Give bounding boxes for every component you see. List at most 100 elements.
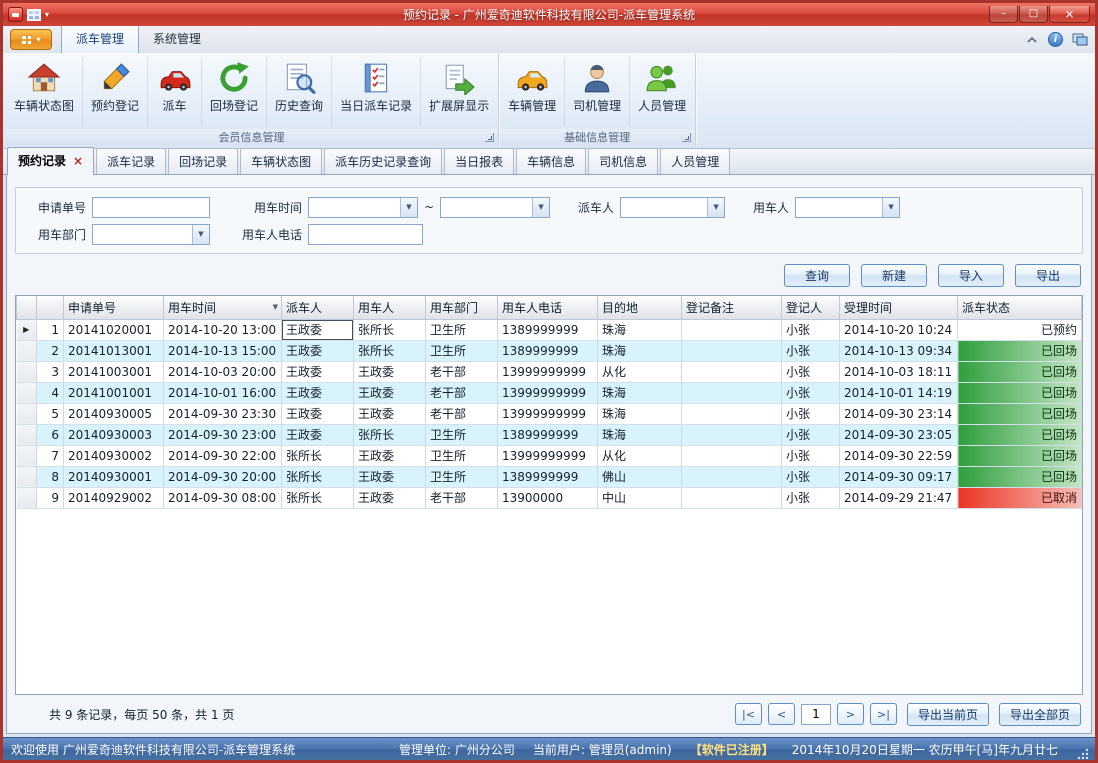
- cell-accept-time[interactable]: 2014-10-01 14:19: [840, 382, 958, 403]
- cell-registrar[interactable]: 小张: [782, 466, 840, 487]
- cell-registrar[interactable]: 小张: [782, 403, 840, 424]
- grid-header-accept-time[interactable]: 受理时间: [840, 296, 958, 319]
- cell-registrar[interactable]: 小张: [782, 445, 840, 466]
- ribbon-button-driver-management[interactable]: 司机管理: [564, 56, 629, 128]
- ribbon-button-vehicle-management[interactable]: 车辆管理: [500, 56, 564, 128]
- cell-department[interactable]: 卫生所: [426, 340, 498, 361]
- tab-daily-report[interactable]: 当日报表: [444, 148, 514, 174]
- cell-user-phone[interactable]: 1389999999: [498, 424, 598, 445]
- cell-user[interactable]: 张所长: [354, 424, 426, 445]
- cell-dispatcher[interactable]: 王政委: [282, 319, 354, 340]
- cell-user-phone[interactable]: 13999999999: [498, 361, 598, 382]
- grid-header-apply-no[interactable]: 申请单号: [64, 296, 164, 319]
- cell-user-phone[interactable]: 13999999999: [498, 445, 598, 466]
- cell-user-phone[interactable]: 13999999999: [498, 403, 598, 424]
- next-page-button[interactable]: >: [837, 703, 864, 725]
- cell-remark[interactable]: [682, 361, 782, 382]
- grid-header-dispatcher[interactable]: 派车人: [282, 296, 354, 319]
- cell-department[interactable]: 老干部: [426, 361, 498, 382]
- chevron-down-icon[interactable]: ▼: [882, 198, 899, 217]
- chevron-down-icon[interactable]: ▼: [400, 198, 417, 217]
- user-phone-input[interactable]: [308, 224, 423, 245]
- row-indicator[interactable]: ▶: [17, 319, 37, 340]
- tab-dispatch-records[interactable]: 派车记录: [96, 148, 166, 174]
- status-badge[interactable]: 已取消: [958, 487, 1082, 508]
- status-badge[interactable]: 已回场: [958, 445, 1082, 466]
- status-badge[interactable]: 已回场: [958, 424, 1082, 445]
- cell-department[interactable]: 卫生所: [426, 466, 498, 487]
- group-dialog-launcher-icon[interactable]: [682, 133, 691, 142]
- prev-page-button[interactable]: <: [768, 703, 795, 725]
- group-dialog-launcher-icon[interactable]: [485, 133, 494, 142]
- cell-apply-no[interactable]: 20140930005: [64, 403, 164, 424]
- cell-use-time[interactable]: 2014-10-03 20:00: [164, 361, 282, 382]
- minimize-button[interactable]: –: [989, 6, 1018, 23]
- cell-apply-no[interactable]: 20141013001: [64, 340, 164, 361]
- cell-department[interactable]: 卫生所: [426, 445, 498, 466]
- cell-dispatcher[interactable]: 张所长: [282, 445, 354, 466]
- dispatcher-combo[interactable]: ▼: [620, 197, 725, 218]
- grid-header-remark[interactable]: 登记备注: [682, 296, 782, 319]
- cell-accept-time[interactable]: 2014-10-03 18:11: [840, 361, 958, 382]
- status-badge[interactable]: 已回场: [958, 466, 1082, 487]
- screens-icon[interactable]: [1072, 33, 1088, 46]
- use-time-to-combo[interactable]: ▼: [440, 197, 550, 218]
- row-indicator[interactable]: [17, 382, 37, 403]
- cell-destination[interactable]: 中山: [598, 487, 682, 508]
- cell-remark[interactable]: [682, 466, 782, 487]
- cell-remark[interactable]: [682, 382, 782, 403]
- cell-accept-time[interactable]: 2014-09-29 21:47: [840, 487, 958, 508]
- cell-use-time[interactable]: 2014-10-20 13:00: [164, 319, 282, 340]
- user-combo[interactable]: ▼: [795, 197, 900, 218]
- table-row[interactable]: 8 20140930001 2014-09-30 20:00 张所长 王政委 卫…: [17, 466, 1082, 487]
- chevron-down-icon[interactable]: ▼: [532, 198, 549, 217]
- close-button[interactable]: ×: [1049, 6, 1090, 23]
- cell-destination[interactable]: 从化: [598, 445, 682, 466]
- cell-registrar[interactable]: 小张: [782, 319, 840, 340]
- ribbon-tab-dispatch-management[interactable]: 派车管理: [61, 24, 139, 54]
- table-row[interactable]: 7 20140930002 2014-09-30 22:00 张所长 王政委 卫…: [17, 445, 1082, 466]
- cell-registrar[interactable]: 小张: [782, 361, 840, 382]
- cell-dispatcher[interactable]: 王政委: [282, 382, 354, 403]
- cell-destination[interactable]: 珠海: [598, 340, 682, 361]
- sort-down-icon[interactable]: ▼: [273, 303, 278, 311]
- use-time-from-combo[interactable]: ▼: [308, 197, 418, 218]
- import-button[interactable]: 导入: [938, 264, 1004, 287]
- cell-department[interactable]: 卫生所: [426, 424, 498, 445]
- status-badge[interactable]: 已预约: [958, 319, 1082, 340]
- ribbon-button-personnel-management[interactable]: 人员管理: [629, 56, 694, 128]
- license-status-link[interactable]: 【软件已注册】: [690, 741, 774, 758]
- layout-icon[interactable]: [27, 9, 41, 21]
- cell-destination[interactable]: 从化: [598, 361, 682, 382]
- ribbon-tab-system-management[interactable]: 系统管理: [139, 25, 215, 53]
- cell-user-phone[interactable]: 1389999999: [498, 319, 598, 340]
- cell-accept-time[interactable]: 2014-09-30 22:59: [840, 445, 958, 466]
- cell-apply-no[interactable]: 20140929002: [64, 487, 164, 508]
- cell-destination[interactable]: 珠海: [598, 319, 682, 340]
- status-badge[interactable]: 已回场: [958, 382, 1082, 403]
- cell-apply-no[interactable]: 20141020001: [64, 319, 164, 340]
- cell-user[interactable]: 王政委: [354, 403, 426, 424]
- cell-accept-time[interactable]: 2014-09-30 23:05: [840, 424, 958, 445]
- caret-down-icon[interactable]: ▾: [45, 10, 49, 19]
- cell-department[interactable]: 老干部: [426, 487, 498, 508]
- cell-remark[interactable]: [682, 403, 782, 424]
- cell-user[interactable]: 张所长: [354, 340, 426, 361]
- table-row[interactable]: 5 20140930005 2014-09-30 23:30 王政委 王政委 老…: [17, 403, 1082, 424]
- cell-dispatcher[interactable]: 张所长: [282, 466, 354, 487]
- ribbon-button-dispatch[interactable]: 派车: [147, 56, 201, 128]
- status-badge[interactable]: 已回场: [958, 403, 1082, 424]
- ribbon-button-return-register[interactable]: 回场登记: [201, 56, 266, 128]
- cell-dispatcher[interactable]: 王政委: [282, 424, 354, 445]
- cell-use-time[interactable]: 2014-09-30 23:30: [164, 403, 282, 424]
- grid-header-registrar[interactable]: 登记人: [782, 296, 840, 319]
- cell-user[interactable]: 王政委: [354, 382, 426, 403]
- tab-dispatch-history-query[interactable]: 派车历史记录查询: [324, 148, 442, 174]
- cell-user[interactable]: 王政委: [354, 487, 426, 508]
- maximize-button[interactable]: □: [1019, 6, 1048, 23]
- row-indicator[interactable]: [17, 445, 37, 466]
- tab-booking-records[interactable]: 预约记录×: [7, 147, 94, 175]
- table-row[interactable]: 3 20141003001 2014-10-03 20:00 王政委 王政委 老…: [17, 361, 1082, 382]
- cell-use-time[interactable]: 2014-09-30 23:00: [164, 424, 282, 445]
- cell-accept-time[interactable]: 2014-09-30 09:17: [840, 466, 958, 487]
